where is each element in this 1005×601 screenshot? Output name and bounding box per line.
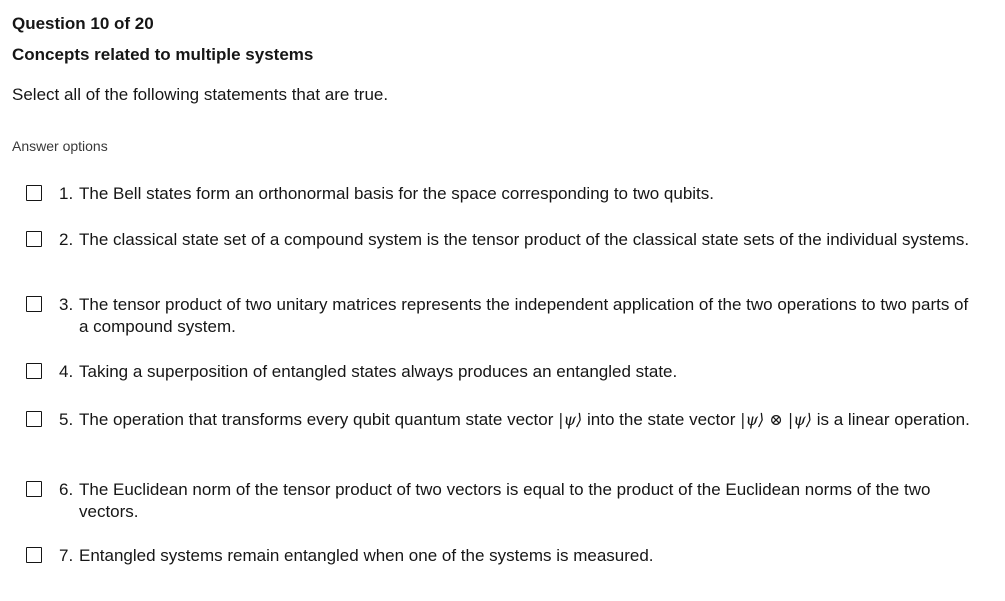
option-number: 7. <box>59 546 74 565</box>
question-topic: Concepts related to multiple systems <box>12 45 314 64</box>
option-number: 3. <box>59 295 74 314</box>
question-page: Question 10 of 20 Concepts related to mu… <box>0 0 1005 601</box>
option-number: 6. <box>59 480 74 499</box>
answer-option-4[interactable]: 4. Taking a superposition of entangled s… <box>26 361 983 383</box>
option-number: 2. <box>59 230 74 249</box>
question-prompt: Select all of the following statements t… <box>12 85 389 104</box>
option-number: 1. <box>59 184 74 203</box>
question-number: Question 10 of 20 <box>12 14 154 33</box>
answer-option-3[interactable]: 3. The tensor product of two unitary mat… <box>26 294 983 338</box>
option-text: The operation that transforms every qubi… <box>79 409 977 431</box>
answer-option-6[interactable]: 6. The Euclidean norm of the tensor prod… <box>26 479 983 523</box>
option-text: Entangled systems remain entangled when … <box>79 546 654 565</box>
ket-psi-tensor-psi: |ψ⟩ ⊗ |ψ⟩ <box>740 410 813 429</box>
option-text: The tensor product of two unitary matric… <box>79 295 969 336</box>
option-text: Taking a superposition of entangled stat… <box>79 362 678 381</box>
option-text-part: into the state vector <box>582 410 741 429</box>
checkbox-option-3[interactable] <box>26 296 42 312</box>
ket-psi: |ψ⟩ <box>558 410 583 429</box>
answer-option-7[interactable]: 7. Entangled systems remain entangled wh… <box>26 545 983 567</box>
answer-option-2[interactable]: 2. The classical state set of a compound… <box>26 229 983 251</box>
option-text: The Bell states form an orthonormal basi… <box>79 184 714 203</box>
option-number: 4. <box>59 362 74 381</box>
checkbox-option-2[interactable] <box>26 231 42 247</box>
answer-option-1[interactable]: 1. The Bell states form an orthonormal b… <box>26 183 983 205</box>
checkbox-option-6[interactable] <box>26 481 42 497</box>
option-text-part: is a linear operation. <box>812 410 970 429</box>
option-text: The Euclidean norm of the tensor product… <box>79 480 931 521</box>
option-number: 5. <box>59 410 74 429</box>
checkbox-option-4[interactable] <box>26 363 42 379</box>
option-text: The classical state set of a compound sy… <box>79 230 970 249</box>
checkbox-option-7[interactable] <box>26 547 42 563</box>
option-text-part: The operation that transforms every qubi… <box>79 410 559 429</box>
answer-option-5[interactable]: 5. The operation that transforms every q… <box>26 409 983 431</box>
checkbox-option-1[interactable] <box>26 185 42 201</box>
checkbox-option-5[interactable] <box>26 411 42 427</box>
answer-options-label: Answer options <box>12 138 108 154</box>
